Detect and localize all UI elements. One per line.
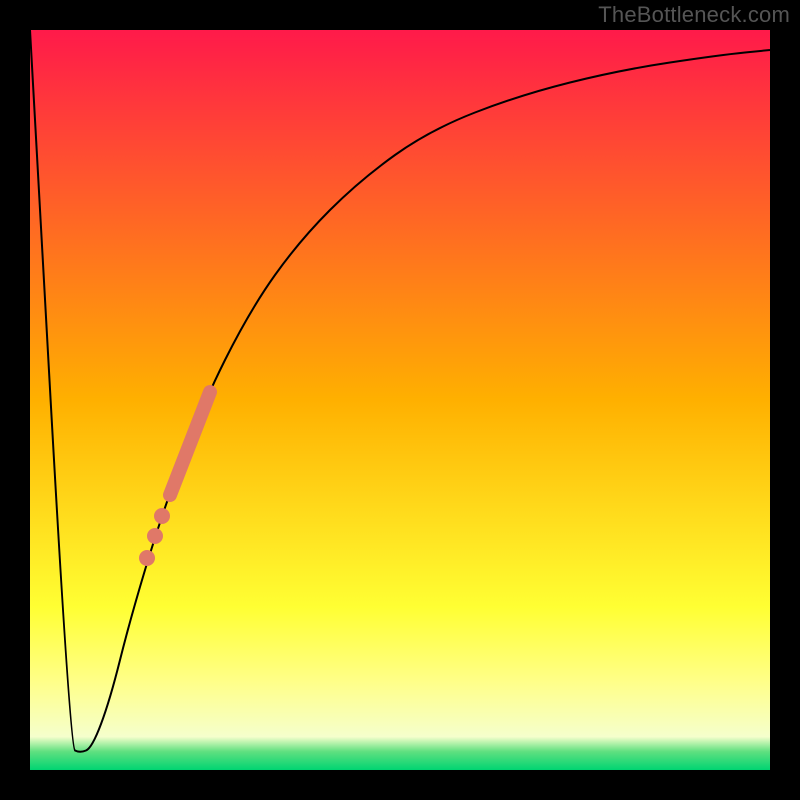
chart-container: TheBottleneck.com	[0, 0, 800, 800]
bottleneck-chart	[0, 0, 800, 800]
marker-dot	[147, 528, 163, 544]
plot-background	[30, 30, 770, 770]
marker-dot	[139, 550, 155, 566]
marker-dot	[154, 508, 170, 524]
attribution-label: TheBottleneck.com	[598, 2, 790, 28]
